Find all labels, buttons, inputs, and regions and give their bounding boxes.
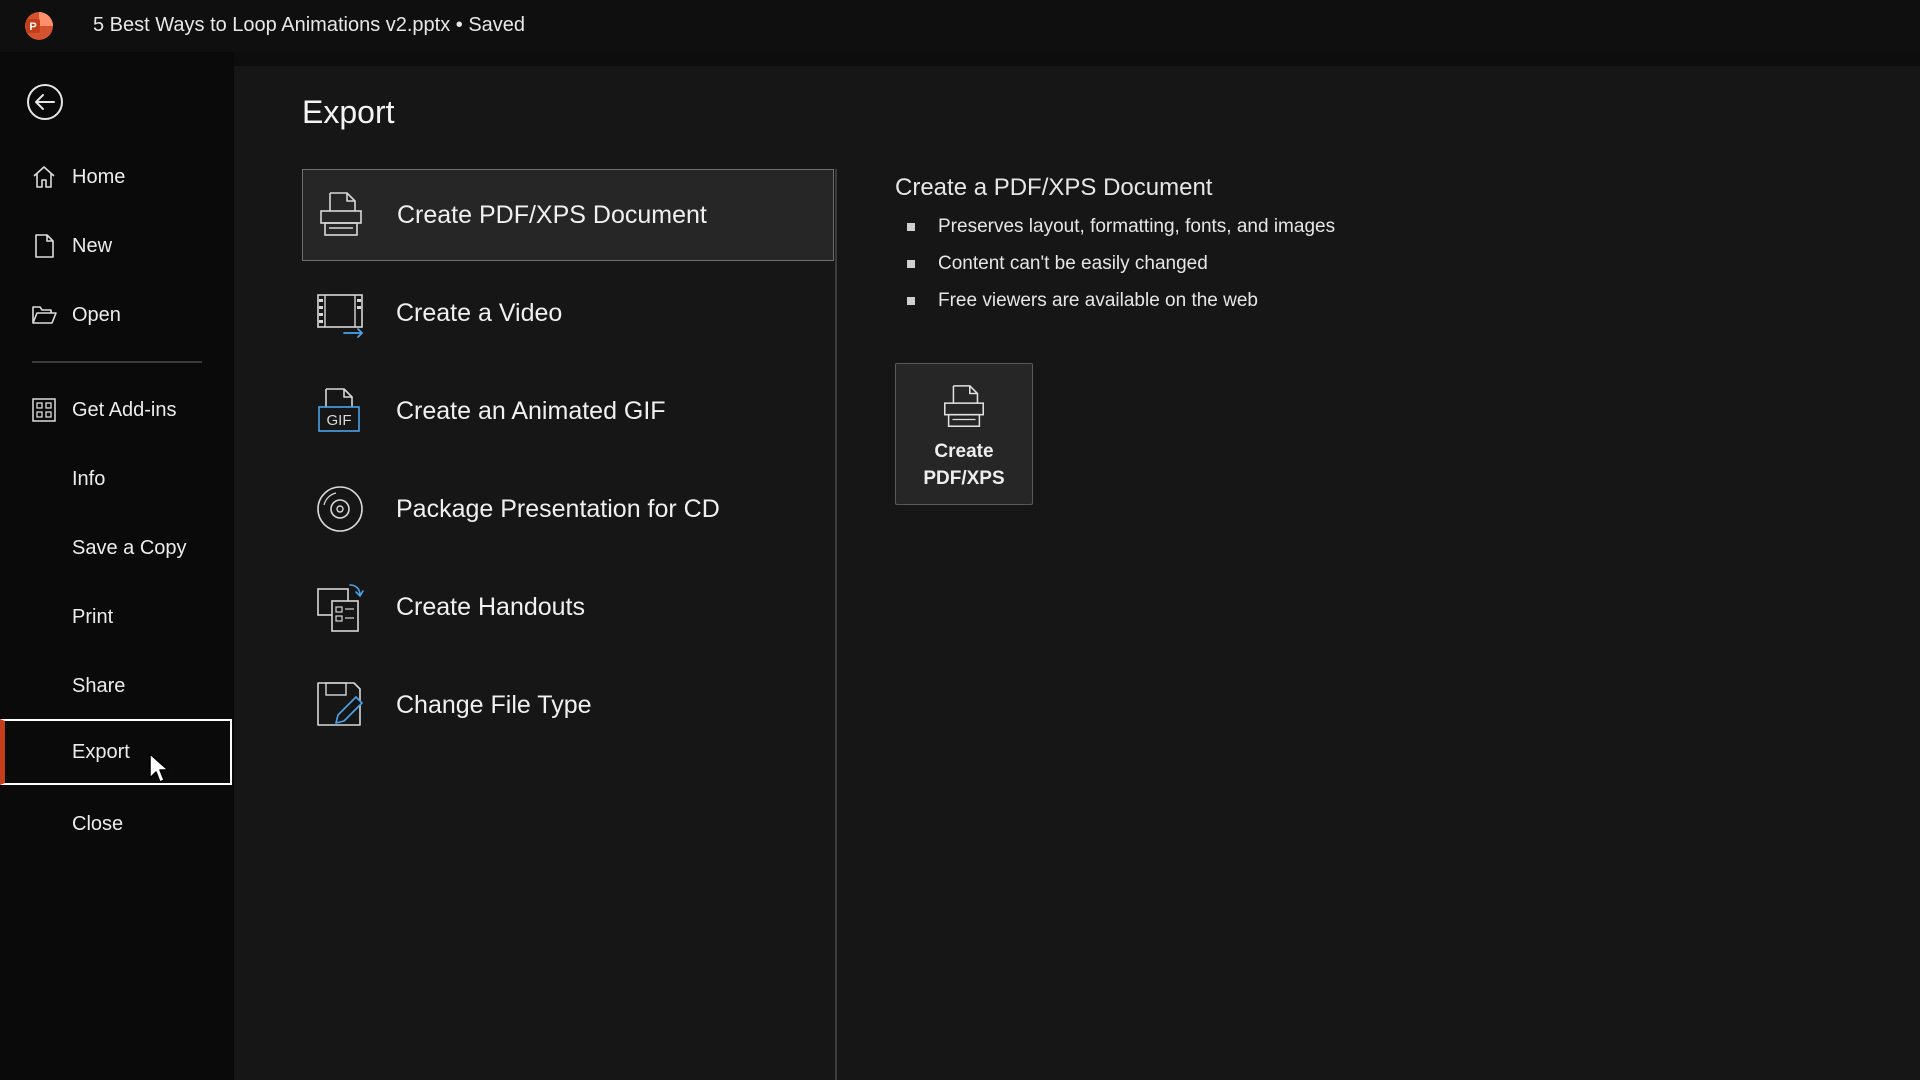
pdf-document-icon	[320, 192, 362, 236]
detail-bullets: Preserves layout, formatting, fonts, and…	[895, 216, 1595, 327]
option-label: Package Presentation for CD	[396, 494, 720, 523]
sidebar-item-save-a-copy[interactable]: Save a Copy	[0, 515, 232, 581]
option-label: Change File Type	[396, 690, 592, 719]
create-pdf-xps-label: Create PDF/XPS	[904, 438, 1024, 492]
detail-bullet: Preserves layout, formatting, fonts, and…	[895, 216, 1595, 253]
sidebar-item-new[interactable]: New	[0, 213, 232, 279]
title-bar: P 5 Best Ways to Loop Animations v2.pptx…	[0, 0, 1920, 52]
option-create-handouts[interactable]: Create Handouts	[302, 561, 834, 653]
sidebar-item-label: Share	[72, 674, 126, 697]
sidebar-item-label: Home	[72, 165, 126, 188]
detail-bullet: Content can't be easily changed	[895, 253, 1595, 290]
sidebar-item-label: Save a Copy	[72, 536, 187, 559]
change-file-type-icon	[317, 682, 363, 726]
svg-text:P: P	[29, 21, 36, 33]
handouts-icon	[317, 584, 364, 632]
sidebar-item-close[interactable]: Close	[0, 791, 232, 857]
sidebar-item-export[interactable]: Export	[0, 719, 232, 785]
option-detail: Create a PDF/XPS Document Preserves layo…	[895, 174, 1595, 327]
detail-title: Create a PDF/XPS Document	[895, 174, 1213, 201]
option-label: Create a Video	[396, 298, 563, 327]
grid-icon	[32, 398, 56, 422]
option-label: Create an Animated GIF	[396, 396, 666, 425]
sidebar-item-home[interactable]: Home	[0, 144, 232, 210]
video-icon	[317, 294, 364, 338]
sidebar-item-open[interactable]: Open	[0, 282, 232, 348]
option-create-animated-gif[interactable]: GIF Create an Animated GIF	[302, 365, 834, 457]
option-label: Create Handouts	[396, 592, 586, 621]
page-title: Export	[302, 94, 395, 130]
cd-icon	[317, 486, 363, 532]
pane-divider	[835, 169, 837, 1080]
mouse-cursor-icon	[149, 753, 169, 783]
button-label-line: Create	[934, 441, 994, 462]
option-label: Create PDF/XPS Document	[397, 200, 707, 229]
new-document-icon	[35, 234, 54, 258]
powerpoint-logo-icon: P	[25, 12, 53, 40]
folder-open-icon	[32, 306, 57, 324]
backstage-sidebar: Home New Open Get Add-ins Info Save a Co…	[0, 52, 234, 1080]
sidebar-item-label: Info	[72, 467, 106, 490]
back-arrow-icon[interactable]	[25, 82, 65, 122]
sidebar-item-label: Open	[72, 303, 121, 326]
sidebar-item-share[interactable]: Share	[0, 653, 232, 719]
sidebar-item-get-add-ins[interactable]: Get Add-ins	[0, 377, 232, 443]
home-icon	[33, 166, 55, 188]
sidebar-item-label: Close	[72, 812, 124, 835]
create-pdf-xps-button[interactable]: Create PDF/XPS	[895, 363, 1033, 505]
sidebar-item-print[interactable]: Print	[0, 584, 232, 650]
sidebar-item-info[interactable]: Info	[0, 446, 232, 512]
sidebar-item-label: Export	[72, 740, 130, 763]
svg-text:GIF: GIF	[327, 412, 352, 429]
sidebar-divider	[32, 361, 202, 363]
sidebar-item-label: Get Add-ins	[72, 398, 177, 421]
sidebar-item-label: New	[72, 234, 113, 257]
document-title: 5 Best Ways to Loop Animations v2.pptx •…	[93, 14, 526, 36]
option-create-pdf-xps[interactable]: Create PDF/XPS Document	[302, 169, 834, 261]
sidebar-item-label: Print	[72, 605, 114, 628]
option-package-for-cd[interactable]: Package Presentation for CD	[302, 463, 834, 555]
detail-bullet: Free viewers are available on the web	[895, 290, 1595, 327]
gif-icon: GIF	[318, 388, 360, 432]
pdf-document-icon	[944, 385, 984, 427]
export-pane: Export Create PDF/XPS Document Create a …	[234, 66, 1920, 1080]
button-label-line: PDF/XPS	[923, 468, 1005, 489]
option-create-video[interactable]: Create a Video	[302, 267, 834, 359]
option-change-file-type[interactable]: Change File Type	[302, 659, 834, 751]
